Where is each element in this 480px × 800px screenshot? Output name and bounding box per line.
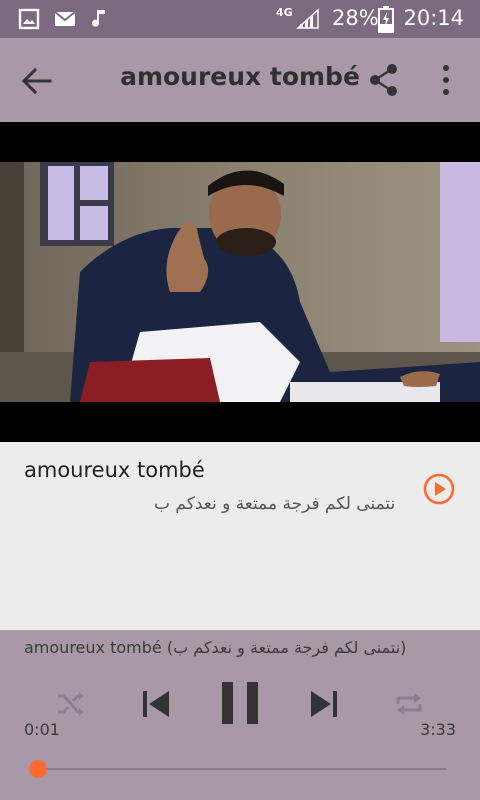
back-arrow-icon[interactable]: [20, 64, 54, 98]
track-list: amoureux tombé نتمنى لكم فرجة ممتعة و نع…: [0, 442, 480, 630]
page-title: amoureux tombé: [120, 62, 360, 91]
track-subtitle: نتمنى لكم فرجة ممتعة و نعدكم ب: [154, 494, 396, 514]
pause-icon[interactable]: [220, 680, 260, 726]
app-bar: amoureux tombé: [0, 38, 480, 122]
share-icon[interactable]: [368, 62, 400, 98]
current-time: 0:01: [24, 720, 60, 739]
video-frame: [0, 162, 480, 402]
track-title: amoureux tombé: [24, 458, 205, 482]
seek-thumb[interactable]: [29, 760, 48, 778]
player-bar: amoureux tombé (نتمنى لكم فرجة ممتعة و ن…: [0, 630, 480, 800]
video-player[interactable]: [0, 122, 480, 442]
mail-icon: [54, 11, 76, 26]
music-icon: [92, 10, 105, 27]
now-playing-text: amoureux tombé (نتمنى لكم فرجة ممتعة و ن…: [24, 638, 407, 657]
seek-bar[interactable]: [29, 760, 446, 778]
previous-icon[interactable]: [140, 688, 172, 720]
list-item[interactable]: amoureux tombé نتمنى لكم فرجة ممتعة و نع…: [0, 442, 480, 542]
status-bar: 4G 28% 20:14: [0, 0, 480, 38]
repeat-icon[interactable]: [394, 690, 424, 718]
battery-charging-icon: [378, 6, 394, 33]
battery-percent: 28%: [332, 6, 379, 30]
network-type: 4G: [276, 6, 293, 19]
signal-icon: [296, 8, 319, 29]
shuffle-icon[interactable]: [56, 690, 86, 718]
image-icon: [18, 8, 40, 30]
play-circle-icon[interactable]: [422, 472, 456, 506]
next-icon[interactable]: [308, 688, 340, 720]
more-vert-icon[interactable]: [438, 62, 454, 98]
total-time: 3:33: [420, 720, 456, 739]
clock: 20:14: [403, 6, 464, 30]
